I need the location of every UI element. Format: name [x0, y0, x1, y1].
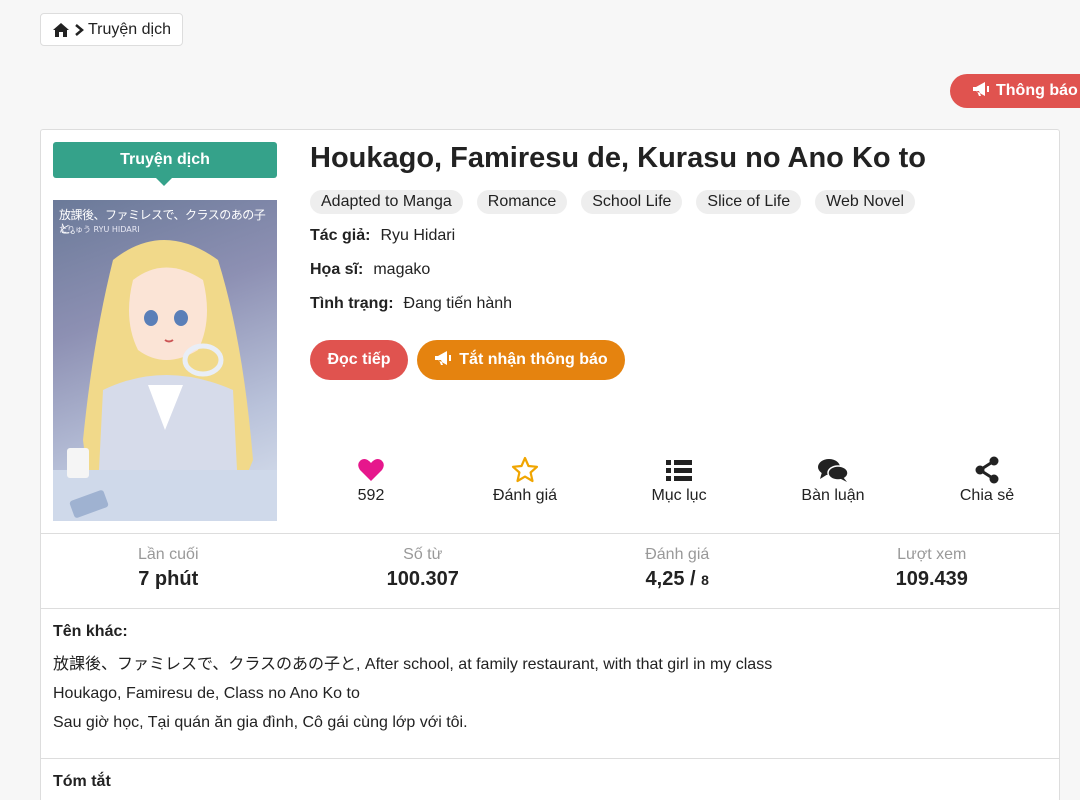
summary-heading: Tóm tắt: [53, 773, 111, 790]
stat-views: Lượt xem 109.439: [805, 534, 1060, 608]
stat-rating: Đánh giá 4,25 / 8: [550, 534, 805, 608]
stat-value: 4,25 / 8: [646, 568, 709, 591]
artist-row: Họa sĩ: magako: [310, 261, 430, 279]
alt-name-line: Houkago, Famiresu de, Class no Ano Ko to: [53, 685, 360, 702]
artist-label: Họa sĩ:: [310, 261, 364, 278]
discuss-label: Bàn luận: [801, 487, 865, 504]
stat-last-update: Lần cuối 7 phút: [41, 534, 296, 608]
breadcrumb: Truyện dịch: [40, 13, 183, 46]
rating-count: 8: [701, 572, 709, 588]
megaphone-icon: [972, 81, 990, 102]
like-count: 592: [357, 487, 385, 504]
tag-list: Adapted to Manga Romance School Life Sli…: [310, 190, 916, 214]
tag-school-life[interactable]: School Life: [581, 190, 683, 214]
toggle-notify-label: Tắt nhận thông báo: [459, 351, 608, 368]
toggle-notify-button[interactable]: Tắt nhận thông báo: [417, 340, 625, 380]
like-button[interactable]: 592: [294, 456, 448, 505]
rating-score: 4,25 /: [645, 568, 702, 590]
cover-illustration: [53, 240, 277, 521]
status-value: Đang tiến hành: [403, 295, 513, 312]
read-continue-button[interactable]: Đọc tiếp: [310, 340, 408, 380]
novel-title: Houkago, Famiresu de, Kurasu no Ano Ko t…: [310, 142, 927, 174]
notice-button[interactable]: Thông báo: [950, 74, 1080, 108]
share-icon: [973, 456, 1001, 484]
divider: [41, 758, 1059, 759]
chevron-right-icon: [74, 23, 84, 37]
cover-image[interactable]: 放課後、ファミレスで、クラスのあの子と。 たりゅう RYU HIDARI: [53, 200, 277, 521]
toc-label: Mục lục: [651, 487, 707, 504]
author-link[interactable]: Ryu Hidari: [380, 227, 455, 245]
megaphone-icon: [434, 350, 452, 371]
rate-button[interactable]: Đánh giá: [448, 456, 602, 505]
stats-bar: Lần cuối 7 phút Số từ 100.307 Đánh giá 4…: [41, 533, 1059, 609]
author-row: Tác giả: Ryu Hidari: [310, 227, 455, 245]
tag-slice-of-life[interactable]: Slice of Life: [696, 190, 802, 214]
action-bar: 592 Đánh giá Mục lục Bàn luận Chia sẻ: [294, 456, 1064, 505]
artist-link[interactable]: magako: [373, 261, 430, 279]
alt-name-line: Sau giờ học, Tại quán ăn gia đình, Cô gá…: [53, 714, 468, 731]
stat-label: Đánh giá: [645, 546, 710, 563]
read-continue-label: Đọc tiếp: [327, 351, 391, 368]
discuss-button[interactable]: Bàn luận: [756, 456, 910, 505]
rate-label: Đánh giá: [492, 487, 558, 504]
status-row: Tình trạng: Đang tiến hành: [310, 295, 512, 313]
stat-value: 7 phút: [138, 568, 199, 590]
author-label: Tác giả:: [310, 227, 371, 244]
tag-adapted-to-manga[interactable]: Adapted to Manga: [310, 190, 463, 214]
share-label: Chia sẻ: [959, 487, 1015, 504]
alt-names-section: Tên khác: 放課後、ファミレスで、クラスのあの子と, After sch…: [53, 622, 1043, 737]
toc-button[interactable]: Mục lục: [602, 456, 756, 505]
stat-word-count: Số từ 100.307: [296, 534, 551, 608]
novel-card: Truyện dịch 放課後、ファミレスで、クラスのあの子と。 たりゅう RY…: [40, 129, 1060, 800]
status-label: Tình trạng:: [310, 295, 394, 312]
list-icon: [665, 456, 693, 484]
tag-romance[interactable]: Romance: [476, 190, 568, 214]
share-button[interactable]: Chia sẻ: [910, 456, 1064, 505]
notice-label: Thông báo: [996, 82, 1078, 99]
alt-names-heading: Tên khác:: [53, 623, 128, 640]
alt-name-line: 放課後、ファミレスで、クラスのあの子と, After school, at fa…: [53, 656, 773, 673]
tag-web-novel[interactable]: Web Novel: [815, 190, 916, 214]
type-badge: Truyện dịch: [53, 142, 277, 186]
breadcrumb-link[interactable]: Truyện dịch: [88, 21, 171, 39]
stat-label: Số từ: [403, 546, 443, 563]
star-icon: [511, 456, 539, 484]
home-icon[interactable]: [52, 22, 70, 38]
stat-label: Lượt xem: [897, 546, 967, 563]
stat-value: 109.439: [895, 568, 968, 590]
stat-label: Lần cuối: [138, 546, 199, 563]
stat-value: 100.307: [386, 568, 459, 590]
heart-icon: [357, 456, 385, 484]
comments-icon: [817, 456, 849, 484]
